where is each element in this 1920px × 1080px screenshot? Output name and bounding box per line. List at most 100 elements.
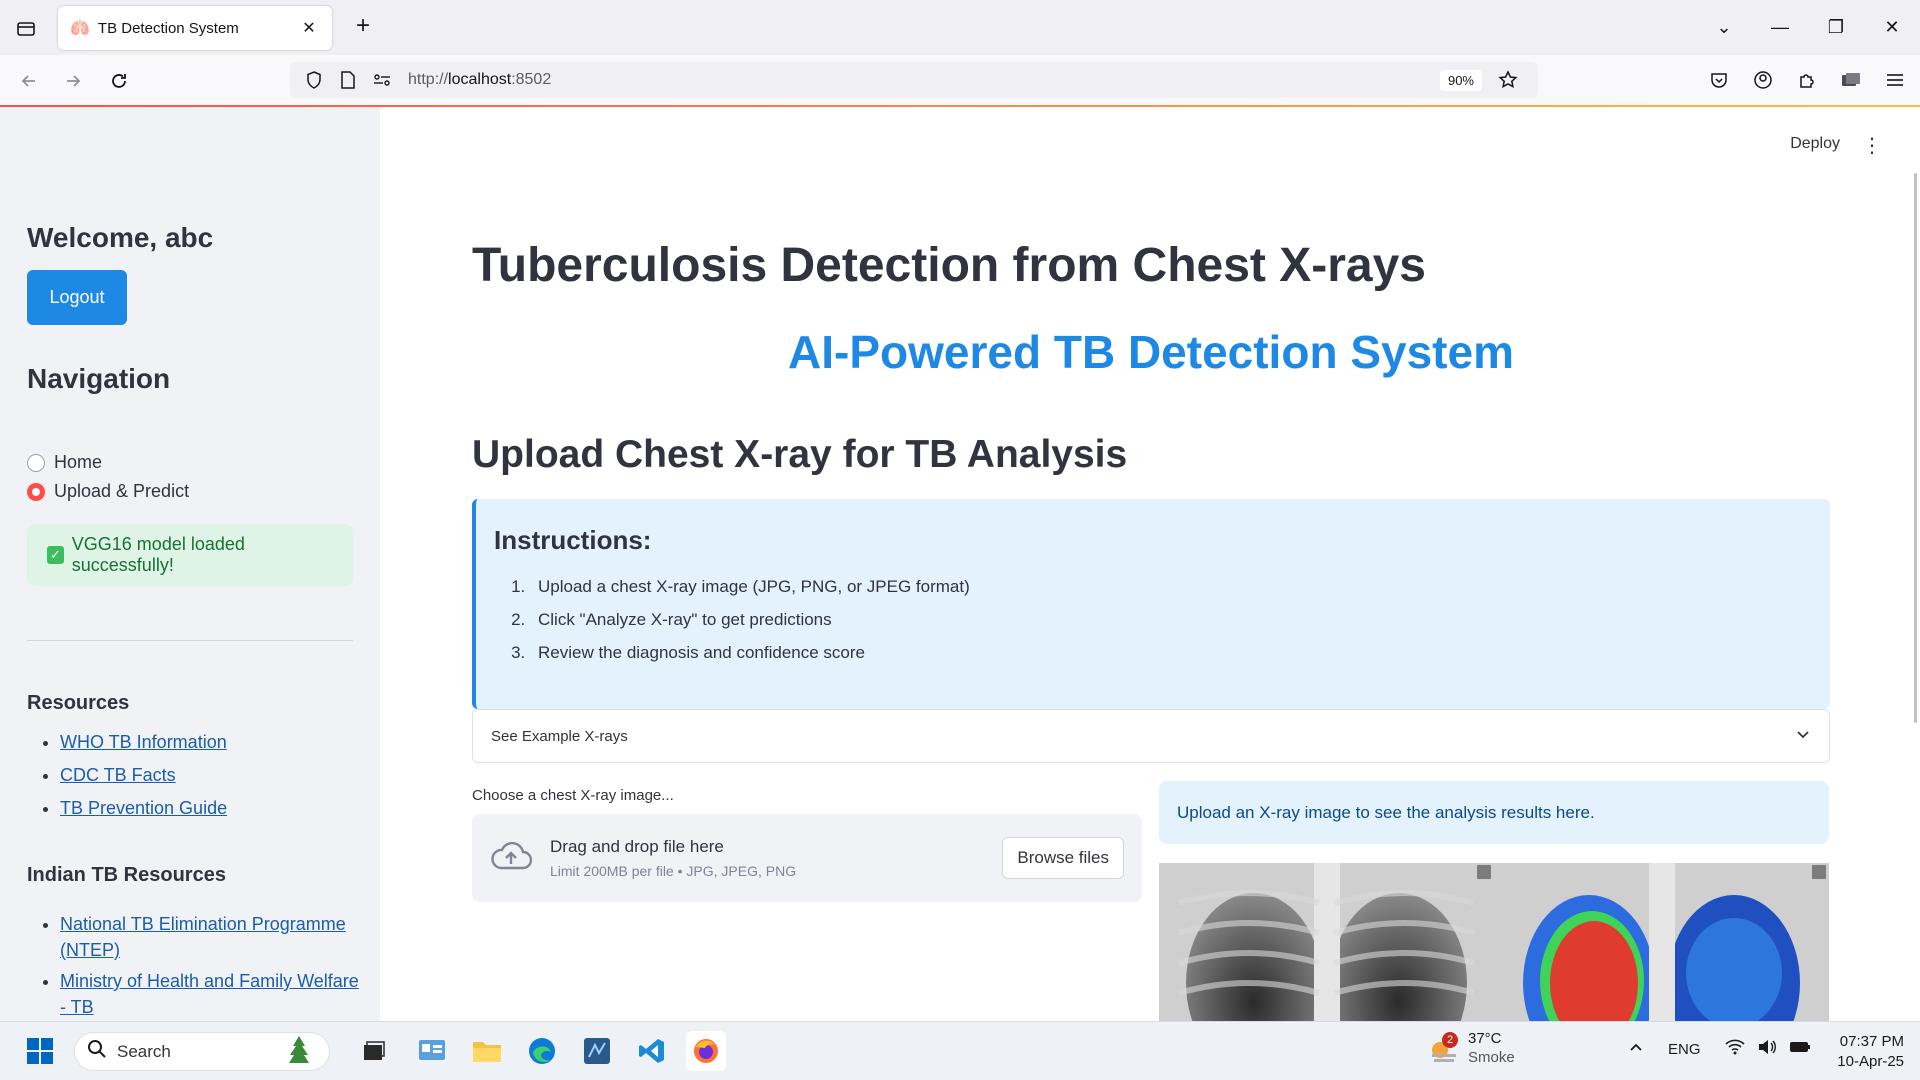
extensions-icon[interactable] [1792,65,1822,95]
radio-label: Home [54,452,103,472]
reload-button[interactable] [104,66,134,96]
browser-tab-active[interactable]: 🫁 TB Detection System ✕ [58,6,332,50]
pocket-icon[interactable] [1704,65,1734,95]
sidebar: Welcome, abc Logout Navigation Home Uplo… [0,107,380,1021]
url-text[interactable]: http://localhost:8502 [408,71,1440,89]
instructions-list: Upload a chest X-ray image (JPG, PNG, or… [530,576,1812,664]
mysql-workbench-icon[interactable] [577,1031,617,1071]
radio-label: Upload & Predict [54,481,190,501]
forward-button[interactable] [58,66,88,96]
list-item: WHO TB Information [60,729,227,755]
page-subtitle: AI-Powered TB Detection System [788,326,1514,378]
control-panel-icon[interactable] [412,1031,452,1071]
minimize-button[interactable]: — [1752,0,1808,55]
dropzone-text: Drag and drop file here Limit 200MB per … [550,837,1002,879]
tab-title: TB Detection System [97,19,239,37]
browse-files-button[interactable]: Browse files [1002,837,1124,879]
welcome-heading: Welcome, abc [27,222,214,253]
new-tab-button[interactable]: + [350,14,376,40]
radio-button-selected-icon[interactable] [27,482,45,501]
resources-heading: Resources [27,692,130,714]
link-tb-prevention[interactable]: TB Prevention Guide [60,798,227,818]
task-view-icon[interactable] [354,1031,394,1071]
indian-resources-heading: Indian TB Resources [27,864,226,886]
instruction-item: Review the diagnosis and confidence scor… [530,642,1812,664]
list-item: Ministry of Health and Family Welfare - … [60,968,360,1020]
radio-option-upload-predict[interactable]: Upload & Predict [27,481,189,502]
results-info-box: Upload an X-ray image to see the analysi… [1159,781,1829,844]
kebab-menu-icon[interactable]: ⋮ [1862,133,1882,158]
link-ntep[interactable]: National TB Elimination Programme (NTEP) [60,914,346,960]
battery-icon[interactable] [1789,1040,1811,1058]
chevron-up-icon[interactable] [1628,1039,1644,1059]
address-bar[interactable]: http://localhost:8502 90% [290,62,1538,98]
lungs-icon: 🫁 [70,20,90,37]
example-xrays-expander[interactable]: See Example X-rays [472,709,1830,763]
tab-list-icon[interactable] [12,14,40,42]
shield-icon[interactable] [300,66,328,94]
instruction-item: Click "Analyze X-ray" to get predictions [530,609,1812,631]
weather-badge: 2 [1442,1032,1458,1048]
system-tray: ENG [1628,1039,1811,1059]
radio-option-home[interactable]: Home [27,452,102,473]
edge-browser-icon[interactable] [522,1031,562,1071]
star-icon[interactable] [1494,66,1522,94]
close-tab-icon[interactable]: ✕ [298,18,320,38]
list-item: National TB Elimination Programme (NTEP) [60,911,360,963]
search-icon [87,1039,107,1064]
windows-start-icon[interactable] [20,1031,60,1071]
success-alert: ✓ VGG16 model loaded successfully! [27,524,353,586]
language-indicator[interactable]: ENG [1668,1041,1701,1058]
dropzone-limit: Limit 200MB per file • JPG, JPEG, PNG [550,863,797,879]
zoom-level[interactable]: 90% [1439,69,1482,91]
chest-xray-original-image [1159,863,1494,1021]
browser-navbar: http://localhost:8502 90% [0,55,1920,106]
link-mohfw-tb[interactable]: Ministry of Health and Family Welfare - … [60,971,359,1017]
vscode-icon[interactable] [632,1031,672,1071]
instructions-heading: Instructions: [494,525,652,555]
chevron-down-icon [1795,726,1811,746]
back-button[interactable] [14,66,44,96]
weather-widget[interactable]: 2 37°C Smoke [1428,1030,1515,1068]
browser-tab-bar: 🫁 TB Detection System ✕ + ⌄ — ❐ ✕ [0,0,1920,55]
deploy-button[interactable]: Deploy [1790,135,1840,153]
weather-sun-icon: 2 [1428,1032,1458,1064]
permissions-icon[interactable] [368,66,396,94]
logout-button[interactable]: Logout [27,270,127,325]
instruction-item: Upload a chest X-ray image (JPG, PNG, or… [530,576,1812,598]
checkmark-icon: ✓ [47,546,64,564]
temperature: 37°C [1468,1030,1502,1047]
indian-resources-list: National TB Elimination Programme (NTEP)… [60,911,360,1021]
scrollbar[interactable] [1914,173,1917,723]
clock-date: 10-Apr-25 [1837,1053,1904,1070]
close-window-button[interactable]: ✕ [1864,0,1920,55]
dropzone-title: Drag and drop file here [550,837,724,856]
account-icon[interactable] [1748,65,1778,95]
main-content: Deploy ⋮ Tuberculosis Detection from Che… [380,107,1920,1021]
menu-icon[interactable] [1880,65,1910,95]
file-explorer-icon[interactable] [467,1031,507,1071]
wifi-icon[interactable] [1724,1039,1745,1059]
chest-xray-heatmap-image [1494,863,1829,1021]
volume-icon[interactable] [1757,1039,1777,1059]
page-icon[interactable] [334,66,362,94]
taskbar-search[interactable]: Search [74,1032,330,1071]
list-item: CDC TB Facts [60,762,227,788]
chevron-down-icon[interactable]: ⌄ [1696,0,1752,55]
firefox-icon[interactable] [686,1031,726,1071]
cloud-upload-icon [490,840,533,877]
success-message: VGG16 model loaded successfully! [71,534,245,575]
link-cdc-tb[interactable]: CDC TB Facts [60,765,176,785]
example-xray-images [1159,863,1829,1021]
uploader-label: Choose a chest X-ray image... [472,787,674,804]
radio-button-icon[interactable] [27,453,45,472]
divider [27,640,353,641]
link-who-tb[interactable]: WHO TB Information [60,732,227,752]
instructions-box: Instructions: Upload a chest X-ray image… [472,499,1830,709]
restore-button[interactable]: ❐ [1808,0,1864,55]
file-dropzone[interactable]: Drag and drop file here Limit 200MB per … [472,814,1142,902]
navigation-heading: Navigation [27,363,171,394]
system-clock[interactable]: 07:37 PM 10-Apr-25 [1837,1032,1904,1072]
profile-container-icon[interactable] [1836,65,1866,95]
resources-list: WHO TB Information CDC TB Facts TB Preve… [60,729,227,828]
